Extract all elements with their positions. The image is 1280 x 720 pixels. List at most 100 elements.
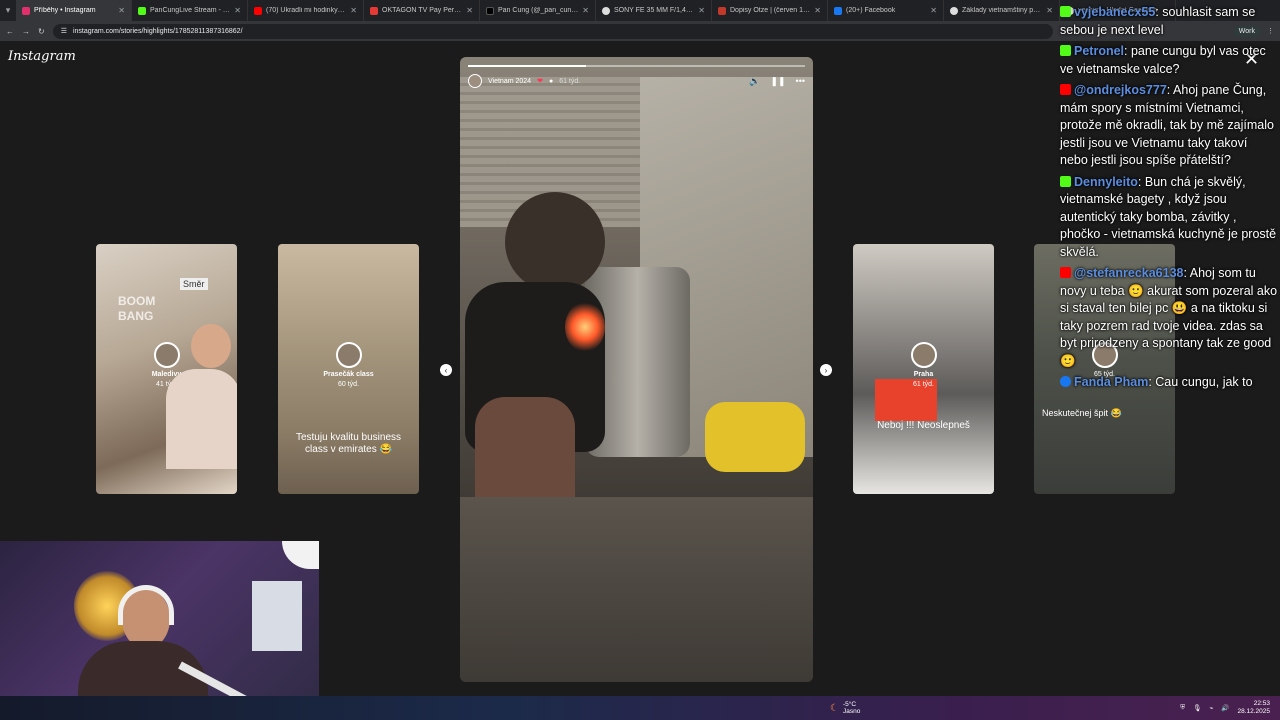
story-thumb-overlay: Prasečák class 60 týd. xyxy=(278,342,419,390)
back-icon[interactable]: ← xyxy=(6,27,14,36)
book-icon xyxy=(718,6,726,15)
instagram-logo[interactable]: Instagram xyxy=(8,49,76,64)
weather-icon: ☾ xyxy=(830,702,839,714)
story-player[interactable]: Vietnam 2024 ❤ ● 61 týd. 🔈 ❚❚ ••• xyxy=(460,57,813,682)
story-header: Vietnam 2024 ❤ ● 61 týd. 🔈 ❚❚ ••• xyxy=(468,74,805,88)
chat-username: Fanda Pham xyxy=(1074,375,1149,389)
story-thumb-age: 60 týd. xyxy=(337,381,359,388)
taskbar: ☾ -5°C Jasno ⛨ 🎙 ⌁ 🔊 22:53 28.12.2025 xyxy=(0,696,1280,720)
facebook-icon xyxy=(1060,376,1071,387)
tab-list-button[interactable]: ▾ xyxy=(0,0,16,21)
sign-text: Směr xyxy=(180,278,208,290)
volume-icon[interactable]: 🔊 xyxy=(1221,704,1229,712)
url-field[interactable]: ☰ instagram.com/stories/highlights/17852… xyxy=(52,23,1053,39)
tab-facebook[interactable]: (20+) Facebook ✕ xyxy=(828,0,944,21)
story-thumb-caption: Neskutečnej špit 😂 xyxy=(1042,408,1122,418)
pause-icon[interactable]: ❚❚ xyxy=(770,76,785,87)
close-tab-icon[interactable]: ✕ xyxy=(118,6,125,15)
person-shape xyxy=(191,324,231,368)
chat-message: @ondrejkos777: Ahoj pane Čung, mám spory… xyxy=(1060,83,1274,167)
story-thumb-maledivy[interactable]: Směr BOOM BANG Maledivy 41 týd. xyxy=(96,244,237,494)
board-shape xyxy=(252,581,302,651)
person-shape xyxy=(166,369,237,469)
lamp-shape xyxy=(282,541,319,569)
youtube-icon xyxy=(1060,267,1071,278)
tab-vietnamstina[interactable]: Základy vietnamštiny pro stre✕ xyxy=(944,0,1060,21)
story-title[interactable]: Vietnam 2024 xyxy=(488,78,531,85)
chat-message: Dennyleito: Bun chá je skvělý, vietnamsk… xyxy=(1060,174,1277,259)
kick-icon xyxy=(1060,45,1071,56)
site-info-icon[interactable]: ☰ xyxy=(61,27,67,35)
close-tab-icon[interactable]: ✕ xyxy=(234,6,241,15)
mute-icon[interactable]: 🔈 xyxy=(749,76,760,87)
globe-icon xyxy=(950,6,958,15)
chat-username: vyjebanecx55 xyxy=(1074,5,1156,19)
chat-message: @stefanrecka6138: Ahoj som tu novy u teb… xyxy=(1060,266,1278,368)
kick-icon xyxy=(1060,6,1071,17)
previous-story-button[interactable]: ‹ xyxy=(440,364,452,376)
story-thumb-title: Praha xyxy=(913,371,934,378)
forward-icon[interactable]: → xyxy=(22,27,30,36)
network-icon[interactable]: ⌁ xyxy=(1209,704,1213,712)
story-progress-fill xyxy=(468,65,586,67)
chat-message: Petronel: pane cungu byl vas otec ve vie… xyxy=(1060,44,1266,76)
chat-text: Ahoj som tu novy u teba 🙂 akurat som poz… xyxy=(1060,266,1278,368)
verified-icon: ● xyxy=(548,77,554,85)
instagram-icon xyxy=(22,6,30,15)
story-controls: 🔈 ❚❚ ••• xyxy=(749,76,805,87)
close-tab-icon[interactable]: ✕ xyxy=(350,6,357,15)
story-age: 61 týd. xyxy=(559,77,581,85)
avatar xyxy=(335,342,362,368)
kick-icon xyxy=(1060,175,1071,187)
tab-sony[interactable]: SONY FE 35 MM F/1,4 GM SE✕ xyxy=(596,0,712,21)
avatar xyxy=(153,342,180,368)
story-thumb-caption: Neboj !!! Neoslepneš xyxy=(877,420,970,431)
story-thumb-prasecak[interactable]: Prasečák class 60 týd. Testuju kvalitu b… xyxy=(278,244,419,494)
shield-icon[interactable]: ⛨ xyxy=(1180,704,1185,712)
clock[interactable]: 22:53 28.12.2025 xyxy=(1237,700,1270,716)
more-icon[interactable]: ••• xyxy=(796,76,805,87)
microphone-icon[interactable]: 🎙 xyxy=(1193,704,1201,712)
weather-widget[interactable]: ☾ -5°C Jasno xyxy=(830,701,860,715)
url-text: instagram.com/stories/highlights/1785281… xyxy=(72,27,243,35)
tiktok-icon xyxy=(486,6,494,15)
chat-username: @ondrejkos777 xyxy=(1074,83,1167,97)
close-tab-icon[interactable]: ✕ xyxy=(698,6,705,15)
weather-temperature: -5°C xyxy=(842,701,857,708)
flame-shape xyxy=(565,302,605,352)
close-tab-icon[interactable]: ✕ xyxy=(814,6,821,15)
tab-instagram[interactable]: Příběhy • Instagram ✕ xyxy=(16,0,132,21)
facebook-icon xyxy=(834,6,842,15)
bag-shape xyxy=(705,402,805,472)
person-shape xyxy=(505,192,605,292)
next-story-button[interactable]: › xyxy=(820,364,832,376)
close-tab-icon[interactable]: ✕ xyxy=(466,6,473,15)
story-thumb-age: 61 týd. xyxy=(912,381,934,388)
chat-message: Fanda Pham: Cau cungu, jak to xyxy=(1060,374,1278,392)
youtube-icon xyxy=(254,6,262,15)
close-tab-icon[interactable]: ✕ xyxy=(582,6,589,15)
chat-message: vyjebanecx55: souhlasit sam se sebou je … xyxy=(1060,5,1256,37)
reload-icon[interactable]: ↻ xyxy=(38,27,45,36)
chat-username: Dennyleito xyxy=(1074,174,1138,189)
tab-tiktok[interactable]: Pan Čung (@_pan_cung_) vys✕ xyxy=(480,0,596,21)
tab-dopisy[interactable]: Dopisy Otze | (červen 197 ✕ xyxy=(712,0,828,21)
weather-condition: Jasno xyxy=(842,708,861,715)
close-tab-icon[interactable]: ✕ xyxy=(930,6,937,15)
webcam-overlay xyxy=(0,541,319,720)
stream-chat: vyjebanecx55: souhlasit sam se sebou je … xyxy=(1060,4,1278,396)
chat-text: Cau cungu, jak to xyxy=(1155,375,1253,389)
story-thumb-praha[interactable]: Praha 61 týd. Neboj !!! Neoslepneš xyxy=(853,244,994,494)
tab-youtube[interactable]: (70) Ukradli mi hodinky ve Ep✕ xyxy=(248,0,364,21)
youtube-icon xyxy=(1060,84,1071,95)
tab-kick[interactable]: PanCungLive Stream - Watch✕ xyxy=(132,0,248,21)
kick-icon xyxy=(138,6,146,15)
story-progress-bar xyxy=(468,65,805,67)
sign-text-boom: BOOM BANG xyxy=(118,294,156,323)
avatar[interactable] xyxy=(468,74,482,88)
close-tab-icon[interactable]: ✕ xyxy=(1046,6,1053,15)
story-thumb-title: Prasečák class xyxy=(323,371,374,378)
tab-oktagon[interactable]: OKTAGON TV Pay Per View ✕ xyxy=(364,0,480,21)
tab-strip: Příběhy • Instagram ✕ PanCungLive Stream … xyxy=(16,0,1176,21)
oktagon-icon xyxy=(370,6,378,15)
